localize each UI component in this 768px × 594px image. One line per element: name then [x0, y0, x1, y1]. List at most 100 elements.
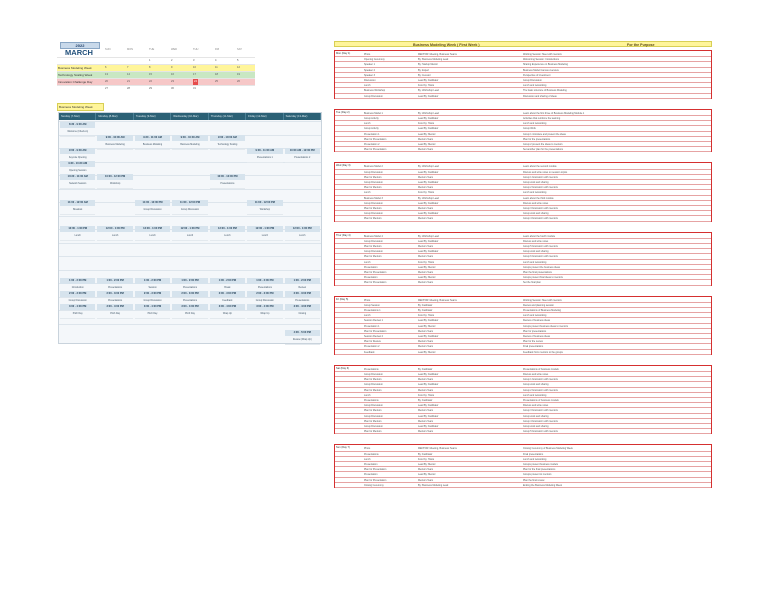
schedule-slot[interactable]: 11:00 - 12:00 PM Workshop [247, 200, 283, 215]
calendar-week-row[interactable]: Technology Scaling Week 13 14 15 16 17 18 19 [57, 71, 255, 78]
schedule-column-header: Friday (12-Mar) [246, 113, 284, 120]
schedule-slot[interactable]: 12:00 - 1:00 PM Lunch [97, 226, 133, 241]
slot-description: Business Modeling [180, 144, 200, 146]
agenda-purpose: Feedback from mentors to the groups [523, 350, 563, 354]
agenda-line[interactable]: Closing Ceremony By: Business Modeling Le… [335, 483, 711, 488]
weekly-schedule-grid: Sunday (7-Mar) Monday (8-Mar) Tuesday (9-M… [58, 112, 322, 345]
grid-row-divider [59, 323, 321, 325]
schedule-slot[interactable]: 9:00 - 10:00 AM Business Modeling [97, 135, 133, 150]
calendar-date[interactable]: 28 [127, 86, 130, 92]
agenda-day-block: Mon (Day 1) Photo MENTOR: Meeting, Busines… [334, 50, 712, 99]
agenda-day-block: Tue (Day 2) Business Model 1 By: Workshop … [334, 108, 712, 153]
schedule-slot[interactable]: 3:00 - 4:00 PM Wrap Up [247, 304, 283, 319]
schedule-slot[interactable]: 3:00 - 4:00 PM Pitch Day [60, 304, 96, 319]
schedule-slot[interactable]: 3:00 - 4:00 PM Closing [284, 304, 320, 319]
agenda-purpose: Discussion and sharing of ideas [523, 94, 557, 98]
slot-description: Presentations 1 [256, 157, 273, 159]
agenda-purpose: Set the final plan [523, 281, 541, 285]
agenda-day-block: Wed (Day 3) Business Model 2 By: Workshop … [334, 162, 712, 222]
schedule-slot[interactable]: 3:00 - 4:00 PM Pitch Day [134, 304, 171, 319]
slot-description: Network Session [69, 183, 87, 185]
agenda-line[interactable]: Feedback Lead By: Mentor Feedback from men… [335, 350, 711, 355]
schedule-slot[interactable]: 4:00 - 5:00 PM Review (Wrap Up) [284, 330, 320, 345]
slot-description: Review (Wrap Up) [292, 339, 312, 341]
schedule-slot[interactable]: 9:00 - 10:00 AM Technology Scaling [209, 135, 246, 150]
slot-description: Workshop [109, 183, 121, 185]
slot-description: Workshop [259, 209, 270, 211]
agenda-title: Business Modeling Week ( First Week ) [413, 43, 480, 47]
schedule-slot[interactable]: 10:30 - 11:00 AM Network Session [60, 174, 96, 189]
calendar-date[interactable]: 29 [149, 86, 152, 92]
calendar-day-name: FRI [215, 48, 220, 51]
slot-description: Wrap Up [222, 313, 232, 315]
calendar-date[interactable]: 31 [193, 86, 196, 92]
schedule-slot[interactable]: 10:00 - 12:00 PM Workshop [97, 174, 133, 189]
agenda-purpose-header: For the Purpose [627, 43, 655, 47]
schedule-column-header: Sunday (7-Mar) [59, 113, 97, 120]
agenda-speaker: Lead By: Facilitator [418, 94, 439, 98]
schedule-slot[interactable]: 10:00 - 12:00 PM Presentations [209, 174, 246, 189]
agenda-header: Business Modeling Week ( First Week ) Fo… [334, 41, 712, 47]
calendar-month: MARCH [65, 48, 93, 57]
schedule-slot[interactable]: 3:00 - 4:00 PM Pitch Day [97, 304, 133, 319]
calendar-day-name: TUE [149, 48, 155, 51]
agenda-speaker: By: Business Modeling Lead [418, 483, 449, 487]
agenda-purpose: Group 5 brainstorm with mentors [523, 430, 558, 434]
schedule-slot[interactable]: 10:00 AM - 12:00 PM Presentations 2 [284, 148, 320, 163]
calendar-week-row[interactable]: Business Modeling Week 6 7 8 9 10 11 12 [57, 64, 255, 71]
slot-description: Presentations 2 [294, 157, 311, 159]
schedule-slot[interactable]: 8:30 - 9:00 AM Welcome (Check-in) [60, 122, 96, 137]
schedule-slot[interactable]: 11:00 - 12:00 AM Breakout [60, 200, 96, 215]
slot-description: Lunch [112, 235, 119, 237]
schedule-slot[interactable]: 12:00 - 1:00 PM Lunch [209, 226, 246, 241]
agenda-purpose: Set another plan for the presentations [523, 148, 564, 152]
slot-description: Welcome (Check-in) [67, 131, 89, 133]
schedule-slot[interactable]: 11:00 - 12:00 PM Group Discussion [172, 200, 208, 215]
daily-agenda: Business Modeling Week ( First Week ) Fo… [334, 41, 712, 571]
agenda-day-block: Thur (Day 4) Business Model 4 By: Workshop… [334, 231, 712, 286]
slot-description: Pitch Day [147, 313, 158, 315]
schedule-title: Business Modeling Week [57, 103, 104, 111]
agenda-line[interactable]: Plan for Mentors Mentors Team Group 4 brai… [335, 216, 711, 222]
agenda-line[interactable]: Plan for Presentation Mentors Team Set ano… [335, 147, 711, 153]
schedule-slot[interactable]: 12:00 - 1:00 PM Lunch [172, 226, 208, 241]
slot-description: Closing [298, 313, 307, 315]
agenda-speaker: Mentors Team [418, 148, 434, 152]
slot-description: Lunch [224, 235, 231, 237]
agenda-day-block: Sun (Day 7) Photo MENTOR: Meeting, Busines… [334, 444, 712, 488]
calendar-week-row[interactable]: 12345 [57, 57, 255, 64]
calendar-date[interactable]: 30 [171, 86, 174, 92]
schedule-slot[interactable]: 12:00 - 1:00 PM Lunch [284, 226, 320, 241]
schedule-slot[interactable]: 12:00 - 1:00 PM Lunch [60, 226, 96, 241]
schedule-slot[interactable]: 9:30 - 11:00 AM Business Modeling [134, 135, 171, 150]
grid-row-divider [59, 256, 321, 257]
calendar-day-name: SUN [105, 48, 111, 51]
agenda-activity: Plan for Mentors [364, 217, 382, 221]
schedule-slot[interactable]: 3:00 - 4:00 PM Wrap Up [209, 304, 246, 319]
agenda-speaker: Mentors Team [418, 430, 434, 434]
agenda-line[interactable]: Group Discussion Lead By: Facilitator Disc… [335, 94, 711, 99]
slot-description: Group Discussion [143, 209, 162, 211]
schedule-slot[interactable]: 12:00 - 1:00 PM Lunch [134, 226, 171, 241]
slot-description: Pitch Day [72, 313, 83, 315]
schedule-column-header: Tuesday (9-Mar) [133, 113, 172, 120]
calendar-week-row[interactable]: Innovation Challenge Day 20 21 22 23 24 25 26 [57, 78, 255, 85]
grid-row-divider [59, 269, 321, 271]
slot-description: Lunch [261, 235, 268, 237]
agenda-activity: Plan for Presentation [364, 148, 387, 152]
agenda-purpose: Group 4 brainstorm with mentors [523, 217, 558, 221]
schedule-slot[interactable]: 12:00 - 1:00 PM Lunch [247, 226, 283, 241]
calendar-day-name: THU [193, 48, 199, 51]
agenda-activity: Group Discussion [364, 94, 383, 98]
schedule-slot[interactable]: 9:30 - 10:30 AM Business Modeling [172, 135, 208, 150]
schedule-slot[interactable]: 3:00 - 4:00 PM Pitch Day [172, 304, 208, 319]
agenda-line[interactable]: Plan for Mentors Mentors Team Group 5 brai… [335, 429, 711, 435]
agenda-line[interactable]: Plan for Presentation Mentors Team Set the… [335, 280, 711, 286]
calendar-date[interactable]: 27 [105, 86, 108, 92]
agenda-speaker: Mentors Team [418, 281, 434, 285]
schedule-slot[interactable]: 9:00 - 11:00 AM Presentations 1 [247, 148, 283, 163]
slot-description: Breakout [73, 209, 83, 211]
schedule-slot[interactable]: 11:00 - 12:00 PM Group Discussion [134, 200, 171, 215]
schedule-column-header: Saturday (13-Mar) [283, 113, 321, 120]
calendar-week-row[interactable]: 27 28 29 30 31 [57, 85, 255, 92]
